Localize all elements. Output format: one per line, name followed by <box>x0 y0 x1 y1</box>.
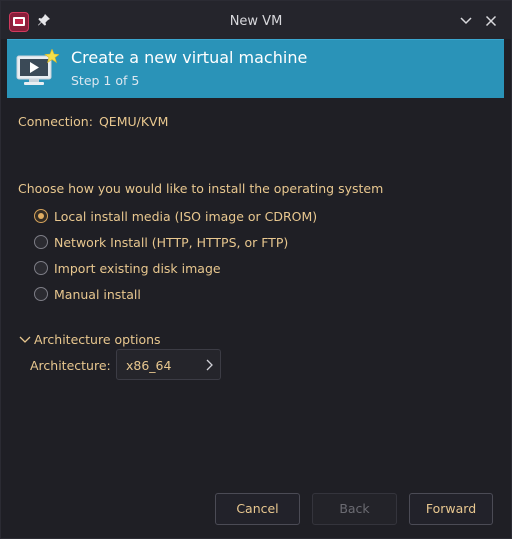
chevron-right-icon <box>206 359 213 371</box>
new-vm-monitor-icon <box>16 49 59 85</box>
architecture-value: x86_64 <box>126 358 172 373</box>
page-title: Create a new virtual machine <box>71 48 308 67</box>
cancel-button[interactable]: Cancel <box>215 493 300 525</box>
close-icon[interactable] <box>483 13 499 29</box>
radio-manual-install[interactable]: Manual install <box>34 285 141 303</box>
chevron-down-icon <box>19 336 31 343</box>
radio-import-disk-image[interactable]: Import existing disk image <box>34 259 221 277</box>
radio-label: Manual install <box>54 286 141 302</box>
radio-button[interactable] <box>34 235 48 249</box>
window-title: New VM <box>229 14 283 29</box>
connection-label: Connection: <box>18 114 93 129</box>
radio-label: Import existing disk image <box>54 260 221 276</box>
connection-row: Connection: QEMU/KVM <box>18 114 168 129</box>
new-vm-window: New VM Create a new virtual machine Step… <box>0 0 512 539</box>
header-banner: Create a new virtual machine Step 1 of 5 <box>7 39 504 98</box>
architecture-options-label: Architecture options <box>34 332 161 347</box>
radio-network-install[interactable]: Network Install (HTTP, HTTPS, or FTP) <box>34 233 288 251</box>
install-method-prompt: Choose how you would like to install the… <box>18 181 384 196</box>
connection-value: QEMU/KVM <box>98 114 169 129</box>
wizard-content: Connection: QEMU/KVM Choose how you would… <box>7 98 504 538</box>
chevron-down-icon[interactable] <box>458 13 474 29</box>
step-indicator: Step 1 of 5 <box>71 73 140 88</box>
radio-local-install-media[interactable]: Local install media (ISO image or CDROM) <box>34 207 317 225</box>
radio-button[interactable] <box>34 261 48 275</box>
architecture-label: Architecture: <box>30 358 111 373</box>
back-button[interactable]: Back <box>312 493 397 525</box>
title-bar: New VM <box>1 1 511 39</box>
architecture-combo[interactable]: x86_64 <box>116 349 221 380</box>
radio-button[interactable] <box>34 287 48 301</box>
architecture-options-expander[interactable]: Architecture options <box>19 332 161 347</box>
forward-button[interactable]: Forward <box>409 493 493 525</box>
radio-button-selected[interactable] <box>34 209 48 223</box>
radio-label: Local install media (ISO image or CDROM) <box>54 208 318 224</box>
radio-label: Network Install (HTTP, HTTPS, or FTP) <box>54 234 289 250</box>
